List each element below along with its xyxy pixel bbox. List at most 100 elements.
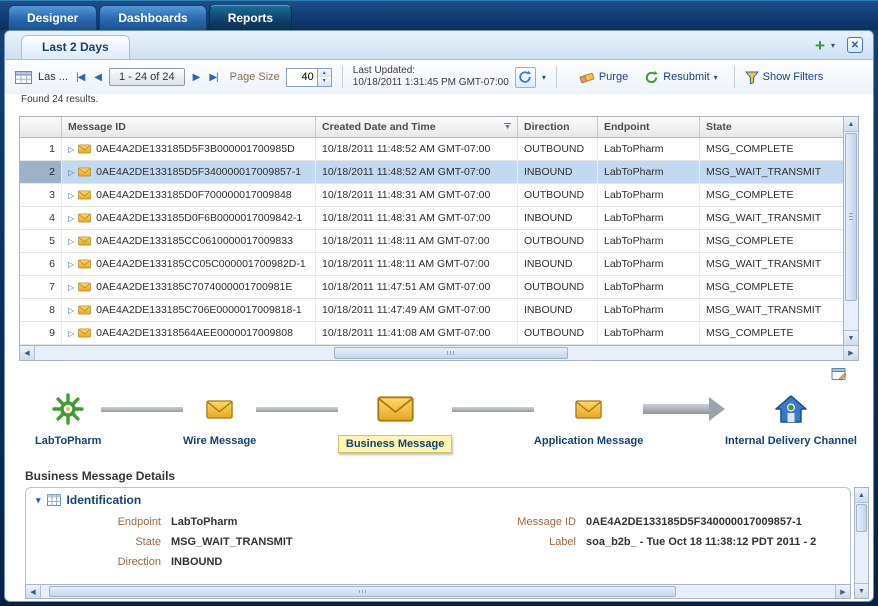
grid-view-icon[interactable] — [15, 70, 32, 84]
last-page-icon[interactable]: ▶| — [207, 72, 219, 83]
spinner-down-icon[interactable]: ▼ — [317, 77, 331, 86]
scrollbar-thumb[interactable] — [333, 347, 569, 359]
prev-page-icon[interactable]: ◀ — [92, 72, 103, 83]
message-id-text[interactable]: 0AE4A2DE133185CC05C000001700982D-1 — [96, 258, 306, 270]
envelope-icon — [78, 167, 91, 177]
column-header-created[interactable]: Created Date and Time ▼ — [316, 117, 518, 137]
sort-desc-icon[interactable]: ▼ — [504, 122, 511, 132]
table-row[interactable]: 8 ▷ 0AE4A2DE133185C706E0000017009818-1 10… — [20, 299, 843, 322]
flow-arrow-icon — [643, 397, 725, 421]
add-report-dropdown-icon[interactable]: ▾ — [831, 41, 835, 50]
add-report-icon[interactable]: + — [815, 37, 825, 54]
first-page-icon[interactable]: |◀ — [74, 72, 86, 83]
table-row[interactable]: 7 ▷ 0AE4A2DE133185C7074000001700981E 10/1… — [20, 276, 843, 299]
scroll-up-icon[interactable]: ▲ — [855, 488, 868, 503]
flow-node-endpoint[interactable]: LabToPharm — [35, 387, 101, 447]
disclosure-icon[interactable]: ▾ — [36, 495, 41, 506]
scrollbar-thumb[interactable] — [48, 586, 677, 597]
table-row[interactable]: 4 ▷ 0AE4A2DE133185D0F6B0000017009842-1 10… — [20, 207, 843, 230]
flow-node-wire-message[interactable]: Wire Message — [183, 387, 256, 447]
message-id-text[interactable]: 0AE4A2DE133185D5F340000017009857-1 — [96, 166, 301, 178]
purge-button[interactable]: Purge — [579, 70, 628, 84]
created-date-text: 10/18/2011 11:48:11 AM GMT-07:00 — [316, 230, 518, 252]
flow-node-label: Application Message — [533, 435, 644, 447]
message-id-cell: ▷ 0AE4A2DE133185D5F3B000001700985D — [62, 138, 316, 160]
flow-node-label: Internal Delivery Channel — [724, 435, 857, 447]
flow-connector — [256, 407, 338, 412]
resubmit-button[interactable]: Resubmit ▾ — [644, 70, 718, 85]
business-envelope-icon — [376, 387, 414, 431]
flow-node-business-message[interactable]: Business Message — [337, 387, 453, 453]
scrollbar-track[interactable] — [844, 302, 858, 330]
report-tab-actions: + ▾ ✕ — [815, 37, 863, 59]
scroll-down-icon[interactable]: ▼ — [855, 583, 868, 598]
tab-dashboards[interactable]: Dashboards — [99, 5, 207, 30]
next-page-icon[interactable]: ▶ — [191, 72, 202, 83]
scrollbar-track[interactable] — [855, 533, 868, 583]
scroll-left-icon[interactable]: ◀ — [26, 585, 41, 598]
scrollbar-thumb[interactable] — [856, 504, 867, 532]
table-row[interactable]: 5 ▷ 0AE4A2DE133185CC0610000017009833 10/1… — [20, 230, 843, 253]
message-id-cell: ▷ 0AE4A2DE133185D0F700000017009848 — [62, 184, 316, 206]
table-row[interactable]: 1 ▷ 0AE4A2DE133185D5F3B000001700985D 10/1… — [20, 138, 843, 161]
home-icon — [774, 387, 808, 431]
column-header-direction[interactable]: Direction — [518, 117, 598, 137]
scrollbar-thumb[interactable] — [845, 133, 857, 301]
row-number: 7 — [20, 276, 62, 298]
expand-row-icon[interactable]: ▷ — [68, 168, 74, 177]
last-updated: Last Updated: 10/18/2011 1:31:45 PM GMT-… — [353, 65, 509, 89]
close-icon[interactable]: ✕ — [847, 37, 863, 53]
expand-row-icon[interactable]: ▷ — [68, 260, 74, 269]
scroll-down-icon[interactable]: ▼ — [844, 330, 858, 345]
table-row[interactable]: 3 ▷ 0AE4A2DE133185D0F700000017009848 10/1… — [20, 184, 843, 207]
details-vertical-scrollbar[interactable]: ▲ ▼ — [854, 487, 869, 599]
show-filters-button[interactable]: Show Filters — [744, 71, 823, 84]
scroll-up-icon[interactable]: ▲ — [844, 117, 858, 132]
view-selector[interactable]: Las ... — [38, 71, 68, 83]
scroll-right-icon[interactable]: ▶ — [835, 585, 850, 598]
scroll-left-icon[interactable]: ◀ — [20, 346, 35, 360]
expand-row-icon[interactable]: ▷ — [68, 214, 74, 223]
table-horizontal-scrollbar[interactable]: ◀ ▶ — [19, 346, 859, 361]
spinner-up-icon[interactable]: ▲ — [317, 68, 331, 77]
tab-designer[interactable]: Designer — [8, 5, 98, 30]
message-id-text[interactable]: 0AE4A2DE133185CC0610000017009833 — [96, 235, 293, 247]
state-text: MSG_COMPLETE — [706, 235, 794, 247]
table-row-selected[interactable]: 2 ▷ 0AE4A2DE133185D5F340000017009857-1 10… — [20, 161, 843, 184]
bottom-horizontal-scrollbar[interactable]: ◀ ▶ — [25, 584, 851, 599]
expand-row-icon[interactable]: ▷ — [68, 145, 74, 154]
envelope-icon — [78, 259, 91, 269]
expand-row-icon[interactable]: ▷ — [68, 283, 74, 292]
tab-reports[interactable]: Reports — [208, 5, 293, 30]
flow-node-internal-delivery[interactable]: Internal Delivery Channel — [725, 387, 857, 447]
message-id-text[interactable]: 0AE4A2DE133185D0F700000017009848 — [96, 189, 292, 201]
table-row[interactable]: 6 ▷ 0AE4A2DE133185CC05C000001700982D-1 10… — [20, 253, 843, 276]
envelope-icon — [78, 236, 91, 246]
endpoint-text: LabToPharm — [598, 253, 700, 275]
message-id-text[interactable]: 0AE4A2DE133185D0F6B0000017009842-1 — [96, 212, 302, 224]
flow-node-application-message[interactable]: Application Message — [534, 387, 643, 447]
detach-edit-icon[interactable] — [831, 366, 847, 381]
expand-row-icon[interactable]: ▷ — [68, 306, 74, 315]
message-id-text[interactable]: 0AE4A2DE133185C7074000001700981E — [96, 281, 292, 293]
refresh-button[interactable] — [514, 66, 536, 88]
message-id-text[interactable]: 0AE4A2DE133185D5F3B000001700985D — [96, 143, 295, 155]
column-header-state[interactable]: State — [700, 117, 843, 137]
scrollbar-track[interactable] — [35, 346, 843, 360]
message-id-text[interactable]: 0AE4A2DE133185C706E0000017009818-1 — [96, 304, 302, 316]
refresh-dropdown-icon[interactable]: ▾ — [542, 73, 546, 82]
table-row[interactable]: 9 ▷ 0AE4A2DE13318564AEE0000017009808 10/1… — [20, 322, 843, 345]
message-id-text[interactable]: 0AE4A2DE13318564AEE0000017009808 — [96, 327, 293, 339]
expand-row-icon[interactable]: ▷ — [68, 329, 74, 338]
column-header-message-id[interactable]: Message ID — [62, 117, 316, 137]
scrollbar-track[interactable] — [41, 585, 835, 598]
scroll-right-icon[interactable]: ▶ — [843, 346, 858, 360]
page-size-input[interactable] — [285, 67, 318, 87]
column-header-endpoint[interactable]: Endpoint — [598, 117, 700, 137]
tab-last-2-days[interactable]: Last 2 Days — [21, 35, 130, 59]
expand-row-icon[interactable]: ▷ — [68, 191, 74, 200]
identification-header[interactable]: ▾ Identification — [26, 488, 850, 512]
expand-row-icon[interactable]: ▷ — [68, 237, 74, 246]
table-vertical-scrollbar[interactable]: ▲ ▼ — [843, 117, 858, 345]
state-text: MSG_COMPLETE — [706, 143, 794, 155]
